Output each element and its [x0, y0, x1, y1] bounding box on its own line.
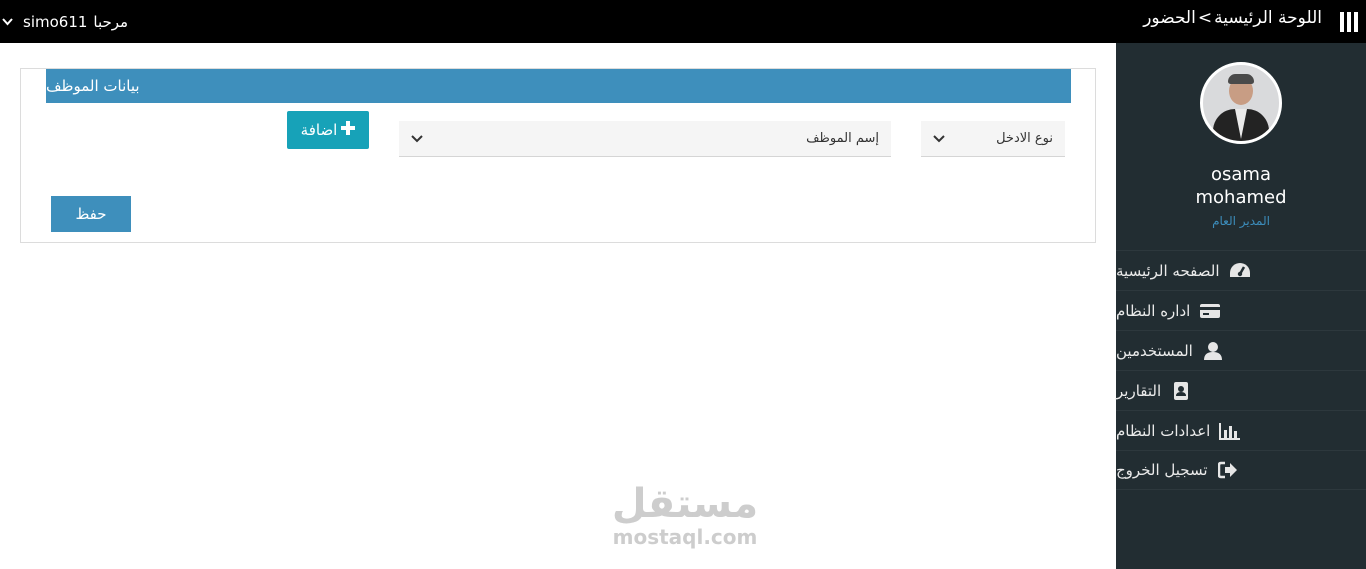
sidebar-item-label: اعدادات النظام: [1116, 421, 1211, 440]
greeting: مرحبا: [93, 13, 129, 31]
user-menu[interactable]: simo611 مرحبا: [2, 11, 128, 33]
sidebar-item-label: تسجيل الخروج: [1116, 461, 1208, 479]
sidebar-menu: الصفحه الرئيسية اداره النظام المستخدمين …: [1116, 250, 1366, 490]
plus-icon: [341, 121, 356, 139]
save-button[interactable]: حفظ: [51, 196, 131, 232]
sidebar-item-home[interactable]: الصفحه الرئيسية: [1116, 250, 1366, 290]
username: simo611: [23, 13, 88, 31]
entry-type-select[interactable]: نوع الادخل: [921, 121, 1065, 157]
sidebar-item-label: الصفحه الرئيسية: [1116, 261, 1220, 280]
watermark: مستقل mostaql.com: [600, 482, 770, 548]
entry-type-value: نوع الادخل: [996, 131, 1053, 146]
dashboard-icon: [1228, 261, 1252, 281]
watermark-latin: mostaql.com: [612, 525, 758, 549]
add-button-label: اضافة: [300, 121, 338, 139]
employee-name-value: إسم الموظف: [806, 131, 879, 146]
sign-out-icon: [1216, 460, 1240, 480]
breadcrumb-separator: >: [1197, 8, 1213, 28]
profile-first-name: osama: [1211, 164, 1271, 185]
address-book-icon: [1169, 381, 1193, 401]
panel-title-text: بيانات الموظف: [46, 77, 140, 95]
sidebar-item-label: التقارير: [1116, 381, 1162, 400]
breadcrumb: اللوحة الرئيسية > الحضور: [1143, 8, 1322, 28]
employee-data-panel: بيانات الموظف نوع الادخل إسم الموظف اضاف…: [20, 68, 1096, 243]
breadcrumb-home[interactable]: اللوحة الرئيسية: [1214, 8, 1322, 28]
sidebar-item-label: المستخدمين: [1116, 341, 1193, 360]
sidebar-item-reports[interactable]: التقارير: [1116, 370, 1366, 410]
watermark-arabic: مستقل: [611, 481, 759, 527]
save-button-label: حفظ: [75, 205, 107, 223]
sidebar: osama mohamed المدير العام الصفحه الرئيس…: [1116, 43, 1366, 569]
sidebar-item-label: اداره النظام: [1116, 301, 1191, 320]
chevron-down-icon[interactable]: [2, 16, 13, 29]
panel-title: بيانات الموظف: [46, 69, 1071, 103]
avatar: [1200, 62, 1282, 144]
user-icon: [1201, 341, 1225, 361]
bar-chart-icon: [1218, 421, 1242, 441]
employee-name-select[interactable]: إسم الموظف: [399, 121, 891, 157]
add-button[interactable]: اضافة: [287, 111, 369, 149]
credit-card-icon: [1198, 301, 1222, 321]
sidebar-item-users[interactable]: المستخدمين: [1116, 330, 1366, 370]
breadcrumb-current: الحضور: [1143, 8, 1196, 28]
profile-role: المدير العام: [1212, 214, 1270, 228]
sidebar-item-settings[interactable]: اعدادات النظام: [1116, 410, 1366, 450]
menu-toggle-icon[interactable]: [1340, 12, 1358, 32]
profile-last-name: mohamed: [1195, 187, 1287, 208]
chevron-down-icon: [933, 134, 947, 144]
sidebar-item-system-admin[interactable]: اداره النظام: [1116, 290, 1366, 330]
chevron-down-icon: [411, 134, 425, 144]
sidebar-item-logout[interactable]: تسجيل الخروج: [1116, 450, 1366, 490]
top-navbar: simo611 مرحبا اللوحة الرئيسية > الحضور: [0, 0, 1366, 43]
